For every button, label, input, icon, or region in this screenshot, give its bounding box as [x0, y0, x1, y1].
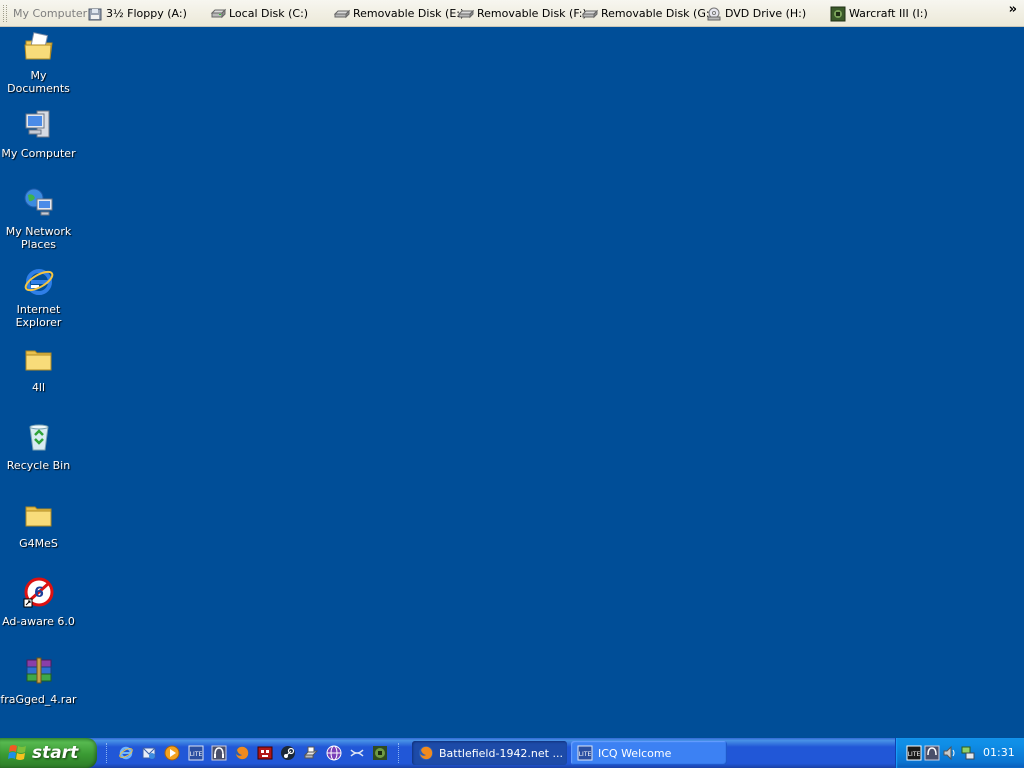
- drive-label: 3½ Floppy (A:): [106, 7, 187, 20]
- drive-local-c[interactable]: Local Disk (C:): [210, 5, 308, 22]
- drive-removable-f[interactable]: Removable Disk (F:): [458, 5, 587, 22]
- system-tray: LITE 01:31: [895, 738, 1024, 768]
- dvd-drive-icon: [707, 7, 721, 20]
- desktop-icon-recycle-bin[interactable]: Recycle Bin: [0, 420, 77, 472]
- desktop-icon-my-computer[interactable]: My Computer: [0, 108, 77, 160]
- drive-warcraft-i[interactable]: Warcraft III (I:): [830, 5, 928, 22]
- quick-launch-internet-explorer-icon[interactable]: [117, 744, 135, 762]
- desktop-icon-internet-explorer[interactable]: Internet Explorer: [0, 264, 77, 329]
- quick-launch-firefox-icon[interactable]: [233, 744, 251, 762]
- desktop-icon-fragged-rar[interactable]: fraGged_4.rar: [0, 654, 77, 706]
- desktop-icon-g4mes-folder[interactable]: G4MeS: [0, 498, 77, 550]
- icon-label: 4ll: [31, 381, 46, 394]
- warcraft-drive-icon: [830, 6, 846, 21]
- task-button-battlefield-firefox[interactable]: Battlefield-1942.net ...: [412, 741, 567, 765]
- removable-disk-icon: [334, 9, 350, 18]
- drives-toolbar: My Computer 3½ Floppy (A:) Local Disk (C…: [0, 0, 1024, 27]
- drive-label: Removable Disk (F:): [477, 7, 587, 20]
- icon-label: fraGged_4.rar: [0, 693, 77, 706]
- taskbar: start LITE Battlefield-1942.net ... LITE…: [0, 738, 1024, 768]
- svg-text:LITE: LITE: [579, 751, 592, 758]
- quick-launch-warcraft-icon[interactable]: [371, 744, 389, 762]
- quick-launch-scanner-icon[interactable]: [302, 744, 320, 762]
- headset-tray-icon[interactable]: [924, 745, 940, 761]
- windows-logo-icon: [8, 745, 26, 760]
- desktop-icon-ad-aware[interactable]: 6 Ad-aware 6.0: [0, 576, 77, 628]
- start-label: start: [32, 743, 79, 763]
- my-computer-icon: [22, 108, 56, 142]
- icq-lite-icon: LITE: [577, 745, 593, 761]
- drive-label: Removable Disk (E:): [353, 7, 465, 20]
- folder-icon: [22, 342, 56, 376]
- svg-text:LITE: LITE: [190, 751, 203, 758]
- internet-explorer-icon: [22, 264, 56, 298]
- folder-icon: [22, 498, 56, 532]
- my-documents-icon: [22, 30, 56, 64]
- drive-label: Warcraft III (I:): [849, 7, 928, 20]
- drive-dvd-h[interactable]: DVD Drive (H:): [706, 5, 806, 22]
- quick-launch-headset-icon[interactable]: [210, 744, 228, 762]
- desktop-icon-my-documents[interactable]: My Documents: [0, 30, 77, 95]
- drive-removable-g[interactable]: Removable Disk (G:): [582, 5, 714, 22]
- toolbar-chevron-icon[interactable]: »: [1009, 2, 1017, 17]
- removable-disk-icon: [458, 9, 474, 18]
- removable-disk-icon: [582, 9, 598, 18]
- icon-label: Recycle Bin: [6, 459, 71, 472]
- icon-label: My Network Places: [5, 225, 72, 251]
- svg-text:6: 6: [34, 585, 44, 601]
- speaker-tray-icon[interactable]: [942, 745, 958, 761]
- svg-text:LITE: LITE: [908, 751, 921, 758]
- firefox-icon: [419, 746, 433, 760]
- toolbar-title: My Computer: [13, 6, 88, 20]
- quick-launch-link-icon[interactable]: [348, 744, 366, 762]
- icon-label: Internet Explorer: [15, 303, 62, 329]
- quick-launch-grip[interactable]: [106, 743, 109, 763]
- drive-label: Removable Disk (G:): [601, 7, 714, 20]
- task-label: ICQ Welcome: [598, 746, 672, 760]
- quick-launch-globe-app-icon[interactable]: [325, 744, 343, 762]
- icq-lite-tray-icon[interactable]: LITE: [906, 745, 922, 761]
- tasks-grip[interactable]: [398, 743, 401, 763]
- task-label: Battlefield-1942.net ...: [439, 746, 563, 760]
- quick-launch-icq-lite-icon[interactable]: LITE: [187, 744, 205, 762]
- recycle-bin-icon: [22, 420, 56, 454]
- icon-label: My Documents: [7, 69, 70, 95]
- drive-label: DVD Drive (H:): [725, 7, 807, 20]
- ad-aware-icon: 6: [22, 576, 56, 610]
- quick-launch-media-player-icon[interactable]: [163, 744, 181, 762]
- hard-disk-icon: [210, 8, 226, 18]
- network-places-icon: [22, 186, 56, 220]
- task-button-icq-welcome[interactable]: LITE ICQ Welcome: [571, 741, 727, 765]
- icon-label: Ad-aware 6.0: [2, 615, 75, 628]
- drive-removable-e[interactable]: Removable Disk (E:): [334, 5, 464, 22]
- network-tray-icon[interactable]: [960, 745, 976, 761]
- start-button[interactable]: start: [0, 738, 97, 768]
- icon-label: G4MeS: [19, 537, 58, 550]
- drive-label: Local Disk (C:): [229, 7, 309, 20]
- desktop-icon-4ll-folder[interactable]: 4ll: [0, 342, 77, 394]
- quick-launch-steam-icon[interactable]: [279, 744, 297, 762]
- clock[interactable]: 01:31: [983, 746, 1015, 759]
- quick-launch-outlook-express-icon[interactable]: [140, 744, 158, 762]
- toolbar-grip[interactable]: [3, 4, 7, 22]
- icon-label: My Computer: [1, 147, 76, 160]
- winrar-archive-icon: [22, 654, 56, 688]
- drive-floppy-a[interactable]: 3½ Floppy (A:): [87, 5, 187, 22]
- desktop-icon-my-network-places[interactable]: My Network Places: [0, 186, 77, 251]
- quick-launch-game-icon[interactable]: [256, 744, 274, 762]
- floppy-drive-icon: [88, 8, 102, 20]
